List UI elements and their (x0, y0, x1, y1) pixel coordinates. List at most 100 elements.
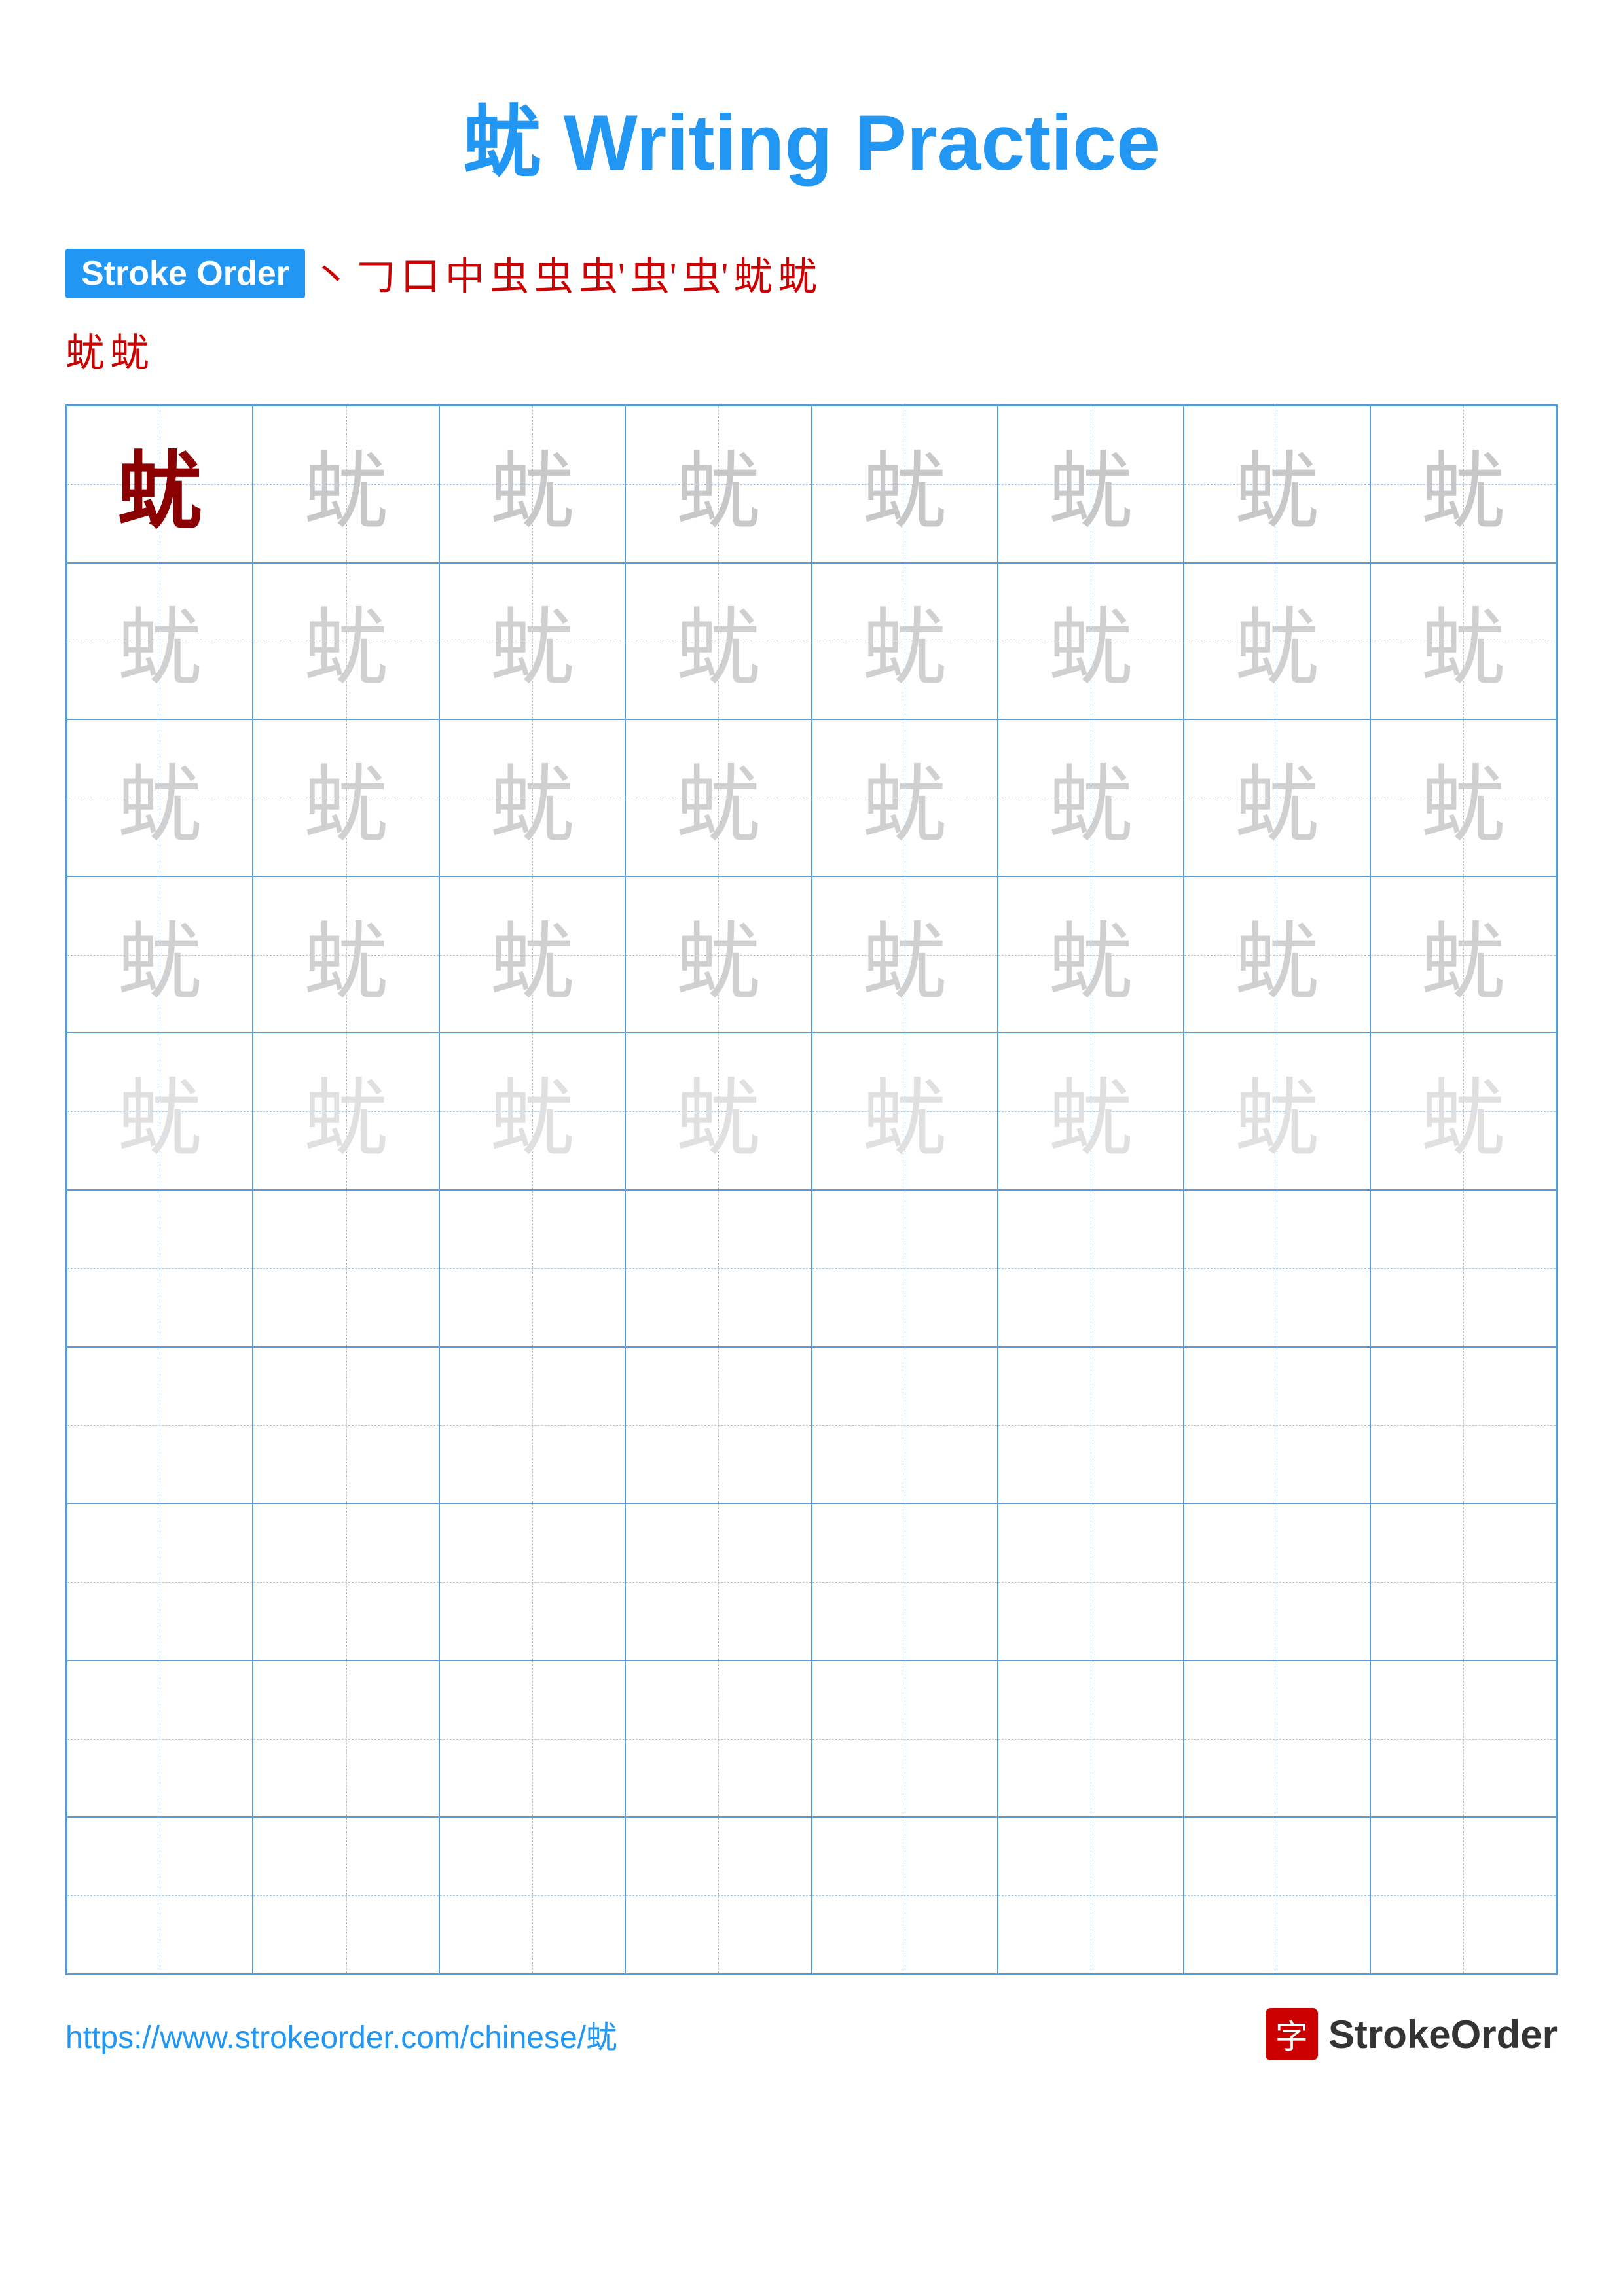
grid-cell-r9c7[interactable] (1184, 1660, 1370, 1818)
grid-cell-r7c1[interactable] (67, 1347, 253, 1504)
grid-cell-r2c3[interactable]: 蚘 (439, 563, 625, 720)
grid-cell-r6c5[interactable] (812, 1190, 998, 1347)
grid-cell-r10c1[interactable] (67, 1817, 253, 1974)
grid-cell-r2c7[interactable]: 蚘 (1184, 563, 1370, 720)
grid-cell-r3c3[interactable]: 蚘 (439, 719, 625, 876)
grid-cell-r6c7[interactable] (1184, 1190, 1370, 1347)
grid-cell-r9c6[interactable] (998, 1660, 1184, 1818)
grid-cell-r9c8[interactable] (1370, 1660, 1556, 1818)
practice-char: 蚘 (1421, 893, 1506, 1016)
grid-cell-r1c5[interactable]: 蚘 (812, 406, 998, 563)
grid-cell-r9c3[interactable] (439, 1660, 625, 1818)
grid-cell-r1c3[interactable]: 蚘 (439, 406, 625, 563)
grid-cell-r8c4[interactable] (625, 1503, 811, 1660)
practice-char: 蚘 (490, 423, 575, 546)
grid-cell-r10c7[interactable] (1184, 1817, 1370, 1974)
practice-char: 蚘 (304, 893, 389, 1016)
grid-cell-r5c6[interactable]: 蚘 (998, 1033, 1184, 1190)
grid-cell-r7c2[interactable] (253, 1347, 439, 1504)
grid-cell-r7c8[interactable] (1370, 1347, 1556, 1504)
grid-cell-r4c3[interactable]: 蚘 (439, 876, 625, 1033)
grid-cell-r10c8[interactable] (1370, 1817, 1556, 1974)
grid-cell-r5c1[interactable]: 蚘 (67, 1033, 253, 1190)
footer-url[interactable]: https://www.strokeorder.com/chinese/蚘 (65, 2011, 617, 2057)
grid-cell-r8c1[interactable] (67, 1503, 253, 1660)
grid-cell-r10c6[interactable] (998, 1817, 1184, 1974)
grid-cell-r5c7[interactable]: 蚘 (1184, 1033, 1370, 1190)
grid-cell-r3c7[interactable]: 蚘 (1184, 719, 1370, 876)
grid-cell-r4c7[interactable]: 蚘 (1184, 876, 1370, 1033)
grid-cell-r1c8[interactable]: 蚘 (1370, 406, 1556, 563)
grid-cell-r4c6[interactable]: 蚘 (998, 876, 1184, 1033)
practice-char: 蚘 (676, 423, 761, 546)
grid-cell-r3c6[interactable]: 蚘 (998, 719, 1184, 876)
grid-cell-r6c3[interactable] (439, 1190, 625, 1347)
grid-cell-r4c4[interactable]: 蚘 (625, 876, 811, 1033)
practice-char: 蚘 (1048, 423, 1133, 546)
grid-cell-r1c7[interactable]: 蚘 (1184, 406, 1370, 563)
grid-cell-r1c6[interactable]: 蚘 (998, 406, 1184, 563)
grid-cell-r6c1[interactable] (67, 1190, 253, 1347)
grid-cell-r8c8[interactable] (1370, 1503, 1556, 1660)
practice-char: 蚘 (117, 736, 202, 859)
grid-cell-r8c5[interactable] (812, 1503, 998, 1660)
grid-cell-r7c4[interactable] (625, 1347, 811, 1504)
grid-cell-r1c4[interactable]: 蚘 (625, 406, 811, 563)
stroke-12: 蚘 (65, 321, 105, 378)
grid-cell-r6c6[interactable] (998, 1190, 1184, 1347)
stroke-11: 蚘 (778, 245, 817, 302)
grid-cell-r10c2[interactable] (253, 1817, 439, 1974)
grid-cell-r2c5[interactable]: 蚘 (812, 563, 998, 720)
grid-cell-r4c1[interactable]: 蚘 (67, 876, 253, 1033)
grid-cell-r4c5[interactable]: 蚘 (812, 876, 998, 1033)
grid-cell-r4c2[interactable]: 蚘 (253, 876, 439, 1033)
grid-cell-r10c5[interactable] (812, 1817, 998, 1974)
grid-cell-r10c3[interactable] (439, 1817, 625, 1974)
grid-cell-r5c5[interactable]: 蚘 (812, 1033, 998, 1190)
practice-char: 蚘 (490, 1050, 575, 1173)
grid-cell-r2c2[interactable]: 蚘 (253, 563, 439, 720)
grid-cell-r3c2[interactable]: 蚘 (253, 719, 439, 876)
practice-char: 蚘 (1234, 423, 1319, 546)
grid-cell-r8c7[interactable] (1184, 1503, 1370, 1660)
grid-cell-r7c6[interactable] (998, 1347, 1184, 1504)
grid-cell-r8c2[interactable] (253, 1503, 439, 1660)
footer: https://www.strokeorder.com/chinese/蚘 字 … (65, 2008, 1558, 2060)
grid-cell-r1c2[interactable]: 蚘 (253, 406, 439, 563)
grid-cell-r7c7[interactable] (1184, 1347, 1370, 1504)
grid-cell-r6c2[interactable] (253, 1190, 439, 1347)
practice-char: 蚘 (862, 423, 947, 546)
grid-cell-r5c8[interactable]: 蚘 (1370, 1033, 1556, 1190)
grid-cell-r9c5[interactable] (812, 1660, 998, 1818)
grid-cell-r2c8[interactable]: 蚘 (1370, 563, 1556, 720)
grid-cell-r5c4[interactable]: 蚘 (625, 1033, 811, 1190)
stroke-2: 𠃌 (356, 245, 395, 302)
grid-cell-r2c4[interactable]: 蚘 (625, 563, 811, 720)
grid-cell-r10c4[interactable] (625, 1817, 811, 1974)
grid-cell-r3c8[interactable]: 蚘 (1370, 719, 1556, 876)
grid-cell-r1c1[interactable]: 蚘 (67, 406, 253, 563)
grid-cell-r6c4[interactable] (625, 1190, 811, 1347)
grid-cell-r6c8[interactable] (1370, 1190, 1556, 1347)
grid-cell-r9c1[interactable] (67, 1660, 253, 1818)
grid-cell-r5c3[interactable]: 蚘 (439, 1033, 625, 1190)
grid-cell-r7c5[interactable] (812, 1347, 998, 1504)
grid-cell-r3c5[interactable]: 蚘 (812, 719, 998, 876)
grid-cell-r5c2[interactable]: 蚘 (253, 1033, 439, 1190)
stroke-1: 丶 (312, 245, 351, 302)
grid-cell-r4c8[interactable]: 蚘 (1370, 876, 1556, 1033)
grid-cell-r7c3[interactable] (439, 1347, 625, 1504)
grid-cell-r2c6[interactable]: 蚘 (998, 563, 1184, 720)
grid-cell-r9c4[interactable] (625, 1660, 811, 1818)
stroke-order-section: Stroke Order 丶 𠃌 口 中 虫 虫 虫' 虫' 虫' 蚘 蚘 (65, 245, 1558, 302)
practice-char: 蚘 (676, 893, 761, 1016)
grid-cell-r3c1[interactable]: 蚘 (67, 719, 253, 876)
practice-char: 蚘 (862, 1050, 947, 1173)
grid-cell-r2c1[interactable]: 蚘 (67, 563, 253, 720)
grid-cell-r8c3[interactable] (439, 1503, 625, 1660)
grid-cell-r8c6[interactable] (998, 1503, 1184, 1660)
grid-cell-r9c2[interactable] (253, 1660, 439, 1818)
grid-cell-r3c4[interactable]: 蚘 (625, 719, 811, 876)
practice-char: 蚘 (490, 579, 575, 702)
practice-char: 蚘 (304, 423, 389, 546)
